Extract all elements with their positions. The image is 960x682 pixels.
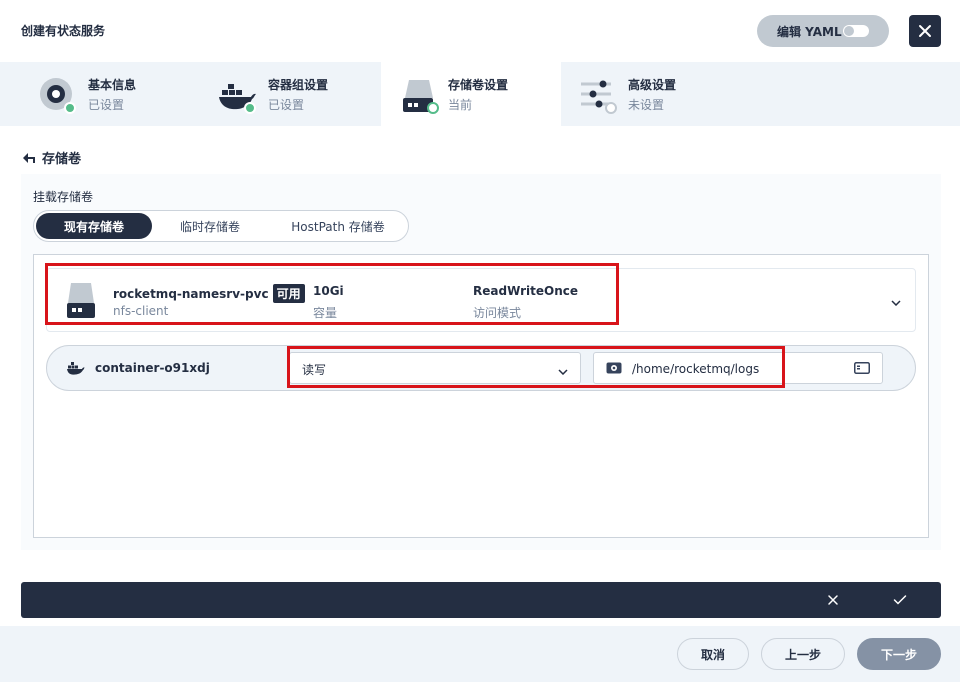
step-current-icon — [427, 102, 439, 114]
step-unset-icon — [605, 102, 617, 114]
dialog-header: 创建有状态服务 编辑 YAML — [0, 0, 960, 62]
chevron-down-icon[interactable] — [891, 295, 901, 309]
confirm-check-icon[interactable] — [893, 594, 907, 609]
step-label: 基本信息 — [88, 78, 137, 92]
tab-existing-volume[interactable]: 现有存储卷 — [36, 213, 152, 239]
step-label: 高级设置 — [628, 78, 677, 92]
step-volume-settings[interactable]: 存储卷设置 当前 — [381, 62, 561, 126]
edit-yaml-label: 编辑 YAML — [777, 24, 842, 39]
section-title: 存储卷 — [42, 152, 82, 167]
step-container-settings[interactable]: 容器组设置 已设置 — [180, 62, 360, 126]
step-label: 容器组设置 — [268, 78, 329, 92]
next-step-button[interactable]: 下一步 — [857, 638, 941, 670]
dialog-footer: 取消 上一步 下一步 — [0, 626, 960, 682]
step-done-icon — [244, 102, 256, 114]
disc-icon — [38, 76, 78, 116]
cancel-icon[interactable] — [827, 594, 839, 609]
dialog-title: 创建有状态服务 — [21, 24, 106, 38]
container-name: container-o91xdj — [95, 361, 210, 375]
docker-icon — [67, 361, 85, 378]
cancel-button[interactable]: 取消 — [677, 638, 749, 670]
highlight-box — [287, 346, 785, 388]
mount-volume-label: 挂载存储卷 — [33, 190, 94, 204]
step-status: 当前 — [448, 98, 473, 112]
sliders-icon — [581, 76, 621, 116]
step-done-icon — [64, 102, 76, 114]
step-advanced-settings[interactable]: 高级设置 未设置 — [561, 62, 741, 126]
toggle-switch-icon[interactable] — [843, 25, 869, 37]
volume-type-tabs: 现有存储卷 临时存储卷 HostPath 存储卷 — [33, 210, 409, 242]
close-icon — [919, 25, 931, 37]
main-content: 存储卷 挂载存储卷 现有存储卷 临时存储卷 HostPath 存储卷 rocke… — [0, 126, 960, 626]
tab-temporary-volume[interactable]: 临时存储卷 — [152, 213, 268, 239]
volume-panel: 挂载存储卷 现有存储卷 临时存储卷 HostPath 存储卷 rocketmq-… — [21, 174, 941, 550]
confirm-bar — [21, 582, 941, 618]
docker-icon — [218, 76, 258, 116]
close-button[interactable] — [909, 15, 941, 47]
previous-step-button[interactable]: 上一步 — [761, 638, 845, 670]
step-status: 未设置 — [628, 98, 665, 112]
disk-icon — [403, 76, 443, 116]
step-status: 已设置 — [268, 98, 305, 112]
back-arrow-icon — [23, 152, 35, 163]
tab-hostpath-volume[interactable]: HostPath 存储卷 — [270, 213, 406, 239]
step-status: 已设置 — [88, 98, 125, 112]
volume-list-box: rocketmq-namesrv-pvc 可用 nfs-client 10Gi … — [33, 254, 929, 538]
highlight-box — [45, 263, 619, 325]
wizard-steps: 基本信息 已设置 容器组设置 已设置 存储卷设置 当前 高级设置 未设置 — [0, 62, 960, 126]
terminal-icon[interactable] — [854, 362, 870, 377]
back-link[interactable]: 存储卷 — [22, 148, 81, 167]
step-label: 存储卷设置 — [448, 78, 509, 92]
step-basic-info[interactable]: 基本信息 已设置 — [0, 62, 180, 126]
edit-yaml-toggle[interactable]: 编辑 YAML — [757, 15, 889, 47]
